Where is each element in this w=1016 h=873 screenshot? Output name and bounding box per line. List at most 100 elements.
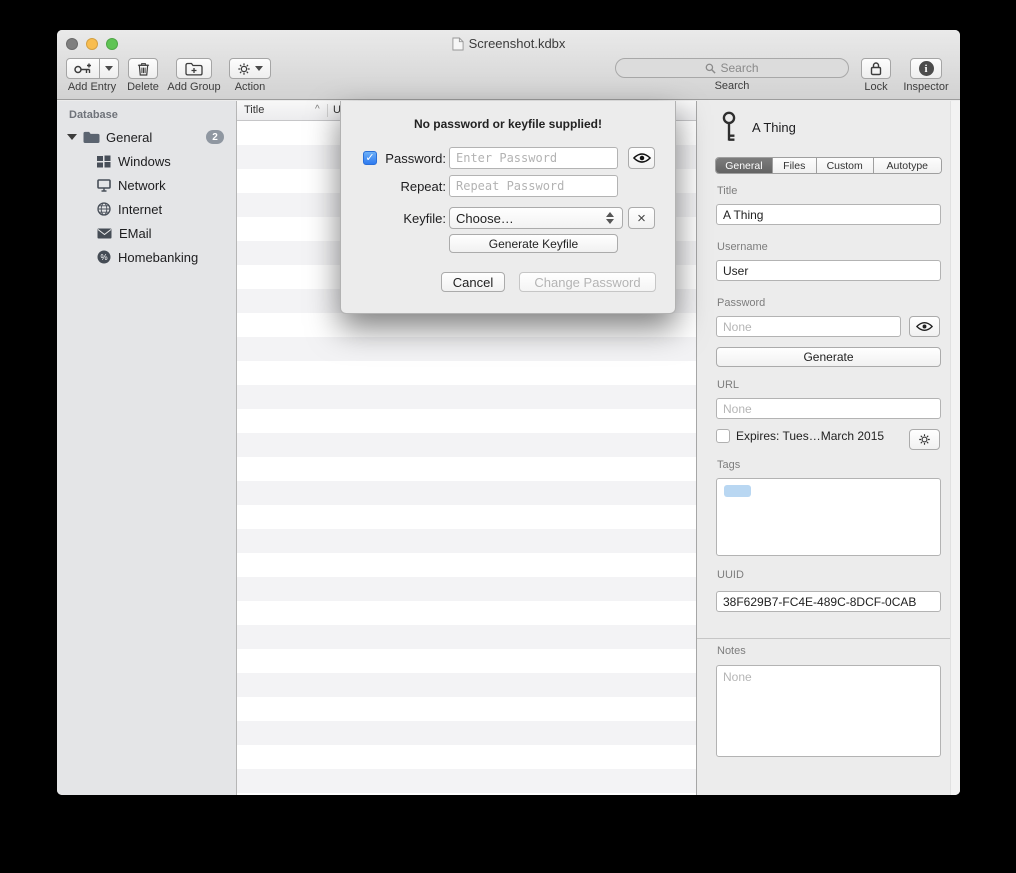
folder-icon	[83, 131, 100, 144]
info-icon: i	[919, 61, 934, 76]
toolbar: Add Entry Delete Add Group Action	[57, 57, 960, 100]
envelope-icon	[97, 228, 112, 239]
zoom-button[interactable]	[106, 38, 118, 50]
tab-autotype[interactable]: Autotype	[874, 158, 941, 173]
dialog-password-input[interactable]	[449, 147, 618, 169]
group-label: Network	[118, 178, 166, 193]
minimize-button[interactable]	[86, 38, 98, 50]
add-entry-label: Add Entry	[68, 81, 116, 93]
inspector-panel: A Thing General Files Custom Autotype Ti…	[696, 101, 960, 795]
clear-keyfile-button[interactable]: ×	[628, 207, 655, 229]
inspector-tabs: General Files Custom Autotype	[715, 157, 942, 174]
key-icon	[719, 109, 739, 145]
expires-checkbox[interactable]	[716, 429, 730, 443]
sort-ascending-icon: ^	[315, 104, 320, 115]
sidebar-group-email[interactable]: EMail	[57, 221, 236, 245]
disclosure-triangle-icon[interactable]	[67, 134, 77, 140]
gear-icon	[237, 62, 251, 76]
add-entry-dropdown[interactable]	[100, 58, 119, 79]
traffic-lights	[66, 38, 118, 50]
popup-stepper-icon	[606, 212, 616, 224]
sidebar-group-general[interactable]: General 2	[57, 125, 236, 149]
url-field[interactable]	[716, 398, 941, 419]
uuid-field[interactable]	[716, 591, 941, 612]
eye-icon	[916, 321, 933, 332]
search-input[interactable]: Search	[615, 58, 849, 78]
search-label: Search	[715, 80, 750, 92]
username-field-label: Username	[717, 241, 768, 253]
change-password-button[interactable]: Change Password	[519, 272, 656, 292]
reveal-password-button[interactable]	[909, 316, 940, 337]
svg-text:%: %	[100, 253, 107, 262]
column-header-title[interactable]: Title	[244, 104, 264, 116]
inspector-scrollbar[interactable]	[950, 101, 960, 795]
action-button[interactable]: Action	[225, 58, 275, 93]
add-group-label: Add Group	[167, 81, 220, 93]
entry-title-heading: A Thing	[752, 120, 796, 135]
expires-settings-button[interactable]	[909, 429, 940, 450]
change-password-sheet: No password or keyfile supplied! ✓ Passw…	[340, 101, 676, 314]
group-label: General	[106, 130, 152, 145]
tab-custom[interactable]: Custom	[817, 158, 874, 173]
gear-icon	[918, 433, 931, 446]
generate-password-button[interactable]: Generate	[716, 347, 941, 367]
folder-plus-icon	[185, 62, 203, 76]
title-field-label: Title	[717, 185, 737, 197]
column-divider[interactable]	[327, 104, 328, 117]
sidebar-group-homebanking[interactable]: % Homebanking	[57, 245, 236, 269]
document-proxy-icon	[452, 37, 464, 51]
sidebar-group-network[interactable]: Network	[57, 173, 236, 197]
windows-icon	[97, 155, 111, 168]
dialog-repeat-label: Repeat:	[346, 179, 446, 194]
delete-button[interactable]: Delete	[121, 58, 165, 93]
dialog-repeat-input[interactable]	[449, 175, 618, 197]
title-field[interactable]	[716, 204, 941, 225]
cancel-button[interactable]: Cancel	[441, 272, 505, 292]
dialog-password-label: Password:	[346, 151, 446, 166]
tag-chip[interactable]	[724, 485, 751, 497]
app-window: Screenshot.kdbx Add Entry Delete	[57, 30, 960, 795]
tags-box[interactable]	[716, 478, 941, 556]
lock-button[interactable]: Lock	[856, 58, 896, 93]
sidebar-group-windows[interactable]: Windows	[57, 149, 236, 173]
close-button[interactable]	[66, 38, 78, 50]
globe-icon	[97, 202, 111, 216]
group-label: Windows	[118, 154, 171, 169]
search-placeholder: Search	[720, 61, 758, 75]
password-field[interactable]	[716, 316, 901, 337]
url-field-label: URL	[717, 379, 739, 391]
uuid-field-label: UUID	[717, 569, 744, 581]
add-entry-button[interactable]: Add Entry	[63, 58, 121, 93]
password-field-label: Password	[717, 297, 765, 309]
lock-icon	[870, 61, 882, 76]
titlebar[interactable]: Screenshot.kdbx	[57, 30, 960, 57]
entry-count-badge: 2	[206, 130, 224, 144]
window-title: Screenshot.kdbx	[469, 36, 566, 51]
sidebar-group-internet[interactable]: Internet	[57, 197, 236, 221]
keyfile-popup-button[interactable]: Choose…	[449, 207, 623, 229]
window-chrome: Screenshot.kdbx Add Entry Delete	[57, 30, 960, 100]
inspector-label: Inspector	[903, 81, 948, 93]
eye-icon	[633, 152, 651, 164]
keyfile-selected-value: Choose…	[456, 211, 514, 226]
tab-files[interactable]: Files	[773, 158, 817, 173]
action-label: Action	[235, 81, 266, 93]
dialog-reveal-password-button[interactable]	[628, 147, 655, 169]
tags-field-label: Tags	[717, 459, 740, 471]
notes-field-label: Notes	[717, 645, 746, 657]
username-field[interactable]	[716, 260, 941, 281]
group-label: Internet	[118, 202, 162, 217]
generate-keyfile-button[interactable]: Generate Keyfile	[449, 234, 618, 253]
group-sidebar: Database General 2 Windows Network Inter…	[57, 101, 237, 795]
dialog-keyfile-label: Keyfile:	[346, 211, 446, 226]
close-x-icon: ×	[637, 211, 646, 226]
group-label: Homebanking	[118, 250, 198, 265]
search-area: Search Search	[615, 58, 849, 92]
dialog-message: No password or keyfile supplied!	[341, 117, 675, 131]
group-label: EMail	[119, 226, 152, 241]
tab-general[interactable]: General	[716, 158, 773, 173]
inspector-toggle-button[interactable]: i Inspector	[898, 58, 954, 93]
notes-field[interactable]: None	[716, 665, 941, 757]
add-group-button[interactable]: Add Group	[163, 58, 225, 93]
search-icon	[705, 63, 716, 74]
